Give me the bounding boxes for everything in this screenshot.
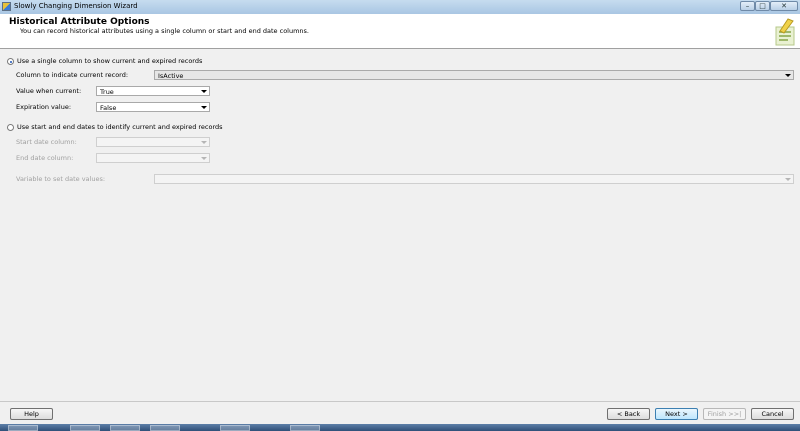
date-variable-dropdown[interactable] xyxy=(154,174,794,184)
window-title: Slowly Changing Dimension Wizard xyxy=(14,2,138,10)
app-icon xyxy=(2,2,11,11)
taskbar-item[interactable] xyxy=(70,425,100,431)
title-bar: Slowly Changing Dimension Wizard – □ ✕ xyxy=(0,0,800,15)
expiration-value-value: False xyxy=(100,104,117,112)
close-button[interactable]: ✕ xyxy=(770,1,798,11)
single-column-option-label: Use a single column to show current and … xyxy=(17,57,203,65)
help-button[interactable]: Help xyxy=(10,408,53,420)
value-when-current-label: Value when current: xyxy=(16,87,82,95)
next-button[interactable]: Next > xyxy=(655,408,698,420)
single-column-radio[interactable] xyxy=(7,58,14,65)
chevron-down-icon xyxy=(785,74,791,77)
page-title: Historical Attribute Options xyxy=(9,17,150,27)
value-when-current-dropdown[interactable]: True xyxy=(96,86,210,96)
taskbar-item[interactable] xyxy=(8,425,38,431)
taskbar-item[interactable] xyxy=(220,425,250,431)
chevron-down-icon xyxy=(201,141,207,144)
taskbar-item[interactable] xyxy=(150,425,180,431)
chevron-down-icon xyxy=(201,90,207,93)
taskbar-item[interactable] xyxy=(110,425,140,431)
back-button[interactable]: < Back xyxy=(607,408,650,420)
taskbar xyxy=(0,424,800,431)
finish-button[interactable]: Finish >>| xyxy=(703,408,746,420)
page-description: You can record historical attributes usi… xyxy=(20,27,309,35)
current-record-column-label: Column to indicate current record: xyxy=(16,71,129,79)
end-date-column-label: End date column: xyxy=(16,154,74,162)
taskbar-item[interactable] xyxy=(290,425,320,431)
date-columns-radio[interactable] xyxy=(7,124,14,131)
date-variable-label: Variable to set date values: xyxy=(16,175,106,183)
chevron-down-icon xyxy=(201,106,207,109)
start-date-column-label: Start date column: xyxy=(16,138,77,146)
chevron-down-icon xyxy=(785,178,791,181)
date-columns-option-label: Use start and end dates to identify curr… xyxy=(17,123,223,131)
current-record-column-value: IsActive xyxy=(158,72,184,80)
current-record-column-dropdown[interactable]: IsActive xyxy=(154,70,794,80)
expiration-value-label: Expiration value: xyxy=(16,103,72,111)
value-when-current-value: True xyxy=(100,88,114,96)
chevron-down-icon xyxy=(201,157,207,160)
maximize-button[interactable]: □ xyxy=(755,1,770,11)
wizard-graphic-icon xyxy=(775,18,795,46)
cancel-button[interactable]: Cancel xyxy=(751,408,794,420)
end-date-column-dropdown[interactable] xyxy=(96,153,210,163)
wizard-header: Historical Attribute Options You can rec… xyxy=(0,14,800,49)
expiration-value-dropdown[interactable]: False xyxy=(96,102,210,112)
start-date-column-dropdown[interactable] xyxy=(96,137,210,147)
minimize-button[interactable]: – xyxy=(740,1,755,11)
footer-divider xyxy=(0,401,800,402)
